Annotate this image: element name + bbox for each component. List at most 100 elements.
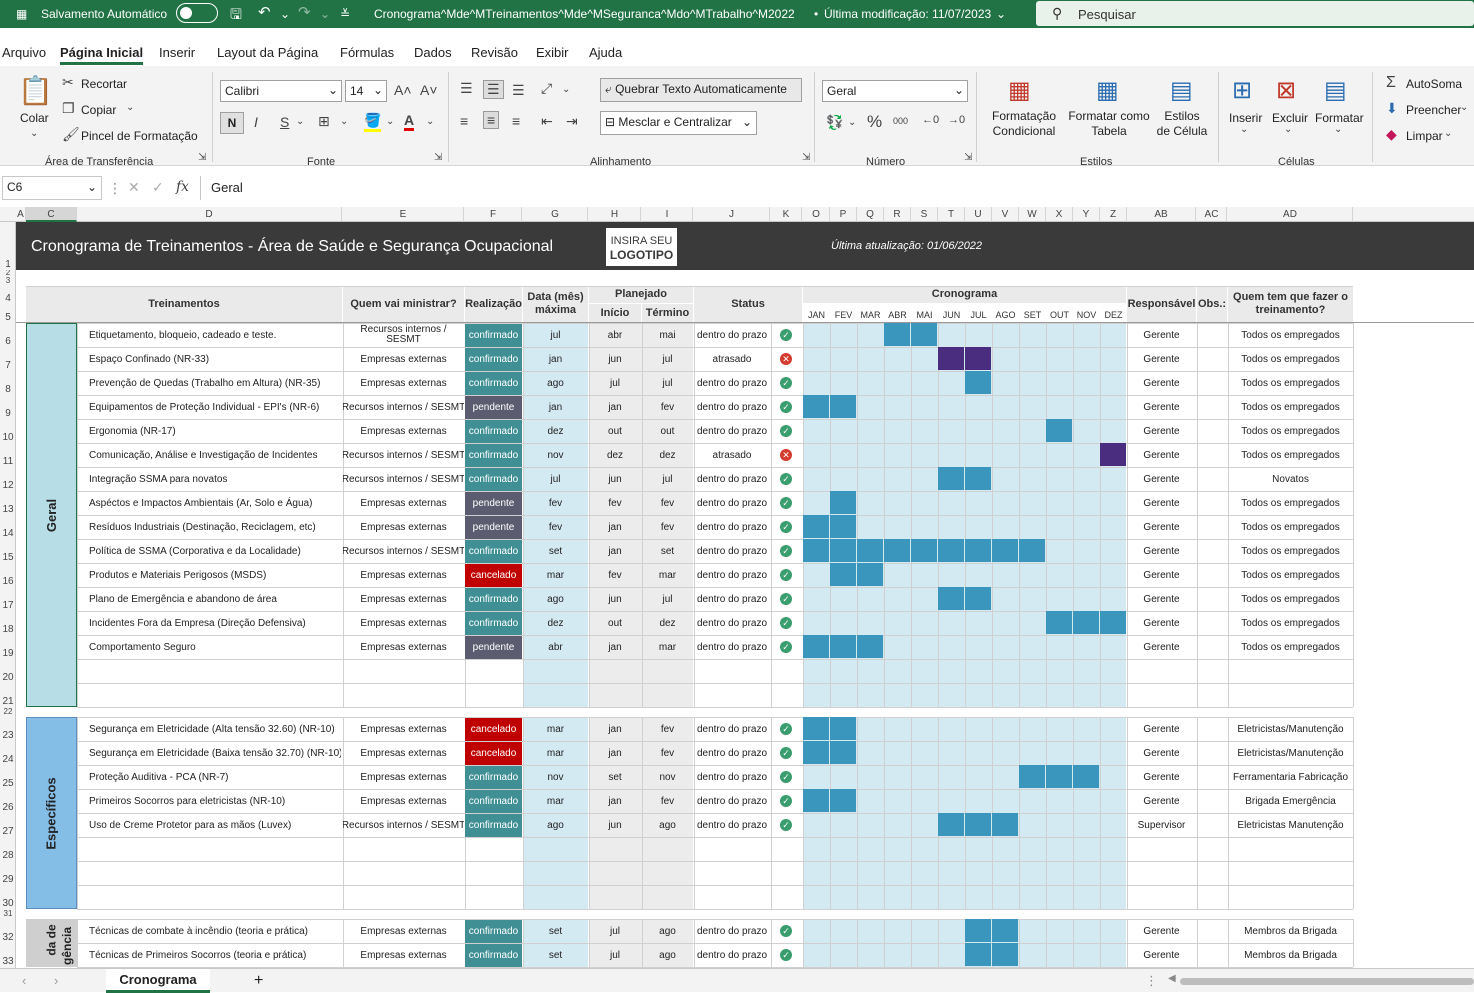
column-header[interactable]: J — [694, 207, 770, 222]
realization-badge[interactable]: confirmado — [465, 540, 522, 563]
paste-button[interactable]: Colar — [20, 111, 49, 125]
horizontal-scrollbar[interactable] — [1180, 978, 1474, 985]
italic-button[interactable]: I — [254, 114, 258, 130]
realization-badge[interactable]: pendente — [465, 516, 522, 539]
align-middle-icon[interactable]: ☰ — [483, 80, 504, 99]
number-format-select[interactable]: Geral ⌄ — [822, 80, 968, 102]
paste-dropdown-icon[interactable]: ⌄ — [30, 128, 38, 139]
wrap-text-button[interactable]: ⤶ Quebrar Texto Automaticamente — [600, 78, 802, 102]
realization-badge[interactable]: cancelado — [465, 718, 522, 741]
sheet-tab-cronograma[interactable]: Cronograma — [106, 969, 210, 993]
realization-badge[interactable]: confirmado — [465, 372, 522, 395]
row-header[interactable]: 7 — [0, 347, 16, 371]
orientation-icon[interactable]: ⤢ — [541, 80, 552, 97]
menu-dados[interactable]: Dados — [414, 45, 452, 60]
row-header[interactable]: 24 — [0, 741, 16, 765]
row-header[interactable]: 23 — [0, 717, 16, 741]
logo-placeholder[interactable]: INSIRA SEU LOGOTIPO — [604, 226, 679, 268]
row-header[interactable]: 26 — [0, 789, 16, 813]
row-header[interactable]: 6 — [0, 323, 16, 347]
row-header[interactable]: 30 — [0, 885, 16, 909]
conditional-format-icon[interactable]: ▦ — [1008, 76, 1031, 105]
column-header[interactable]: Z — [1100, 207, 1127, 222]
decrease-decimal-icon[interactable]: →0 — [948, 114, 965, 126]
realization-badge[interactable]: confirmado — [465, 612, 522, 635]
realization-badge[interactable]: cancelado — [465, 742, 522, 765]
column-header[interactable]: A — [16, 207, 26, 222]
row-header[interactable]: 8 — [0, 371, 16, 395]
realization-badge[interactable]: pendente — [465, 636, 522, 659]
row-header[interactable]: 33 — [0, 943, 16, 967]
row-header[interactable]: 27 — [0, 813, 16, 837]
paste-icon[interactable]: 📋 — [18, 74, 53, 107]
menu-pagina-inicial[interactable]: Página Inicial — [60, 45, 144, 65]
borders-dropdown-icon[interactable]: ⌄ — [340, 116, 348, 127]
merge-center-button[interactable]: ⊟ Mesclar e Centralizar ⌄ — [600, 111, 757, 135]
enter-icon[interactable]: ✓ — [152, 179, 164, 196]
column-header[interactable]: H — [589, 207, 641, 222]
delete-cells-icon[interactable]: ⊠ — [1276, 76, 1296, 105]
fill-color-icon[interactable]: 🪣 — [364, 112, 382, 132]
font-color-icon[interactable]: A — [404, 112, 415, 131]
search-box[interactable]: ⚲ Pesquisar — [1036, 1, 1474, 26]
realization-badge[interactable]: confirmado — [465, 790, 522, 813]
column-header[interactable]: V — [992, 207, 1019, 222]
row-header[interactable]: 10 — [0, 419, 16, 443]
row-header[interactable]: 12 — [0, 467, 16, 491]
realization-badge[interactable]: pendente — [465, 396, 522, 419]
number-launcher-icon[interactable]: ⇲ — [964, 152, 972, 163]
column-header[interactable]: G — [523, 207, 588, 222]
row-header[interactable]: 19 — [0, 635, 16, 659]
copy-dropdown-icon[interactable]: ⌄ — [126, 102, 134, 113]
row-header[interactable]: 4 — [0, 286, 16, 304]
format-painter-button[interactable]: Pincel de Formatação — [81, 129, 198, 143]
realization-badge[interactable]: confirmado — [465, 814, 522, 837]
add-sheet-button[interactable]: + — [254, 972, 263, 990]
column-header[interactable]: U — [965, 207, 992, 222]
row-header[interactable]: 13 — [0, 491, 16, 515]
borders-icon[interactable]: ⊞ — [318, 113, 330, 130]
realization-badge[interactable]: confirmado — [465, 944, 522, 967]
increase-decimal-icon[interactable]: ←0 — [922, 114, 939, 126]
realization-badge[interactable]: confirmado — [465, 468, 522, 491]
font-size-select[interactable]: 14 ⌄ — [345, 80, 387, 102]
copy-button[interactable]: Copiar — [81, 103, 116, 117]
percent-button[interactable]: % — [867, 112, 882, 132]
autosum-button[interactable]: AutoSoma — [1406, 77, 1462, 91]
conditional-format-button[interactable]: Formatação Condicional — [986, 109, 1062, 139]
column-header[interactable]: P — [830, 207, 857, 222]
format-table-button[interactable]: Formatar como Tabela — [1066, 109, 1152, 139]
clear-dropdown-icon[interactable]: ⌄ — [1444, 128, 1452, 139]
column-header[interactable]: F — [465, 207, 522, 222]
undo-dropdown-icon[interactable]: ⌄ — [280, 7, 290, 21]
fill-icon[interactable]: ⬇ — [1386, 100, 1398, 117]
realization-badge[interactable]: confirmado — [465, 420, 522, 443]
row-header[interactable]: 1 — [0, 222, 16, 270]
format-painter-icon[interactable]: 🖌 — [62, 126, 80, 143]
row-header[interactable]: 25 — [0, 765, 16, 789]
column-header[interactable]: R — [884, 207, 911, 222]
undo-icon[interactable]: ↶ — [258, 3, 271, 21]
insert-cells-button[interactable]: Inserir — [1229, 111, 1262, 125]
menu-layout[interactable]: Layout da Página — [217, 45, 318, 60]
row-header[interactable]: 17 — [0, 587, 16, 611]
format-cells-button[interactable]: Formatar — [1315, 111, 1364, 125]
column-header[interactable]: K — [771, 207, 802, 222]
clear-icon[interactable]: ◆ — [1386, 126, 1397, 143]
prev-sheet-icon[interactable]: ‹ — [22, 973, 26, 988]
formula-input[interactable]: Geral — [200, 176, 1474, 200]
column-header[interactable]: S — [911, 207, 938, 222]
menu-arquivo[interactable]: Arquivo — [2, 45, 46, 60]
underline-dropdown-icon[interactable]: ⌄ — [296, 116, 304, 127]
increase-font-icon[interactable]: A˄ — [394, 82, 412, 98]
orientation-dropdown-icon[interactable]: ⌄ — [562, 84, 570, 95]
realization-badge[interactable]: confirmado — [465, 588, 522, 611]
bold-button[interactable]: N — [220, 112, 244, 134]
autosum-icon[interactable]: Σ — [1386, 74, 1396, 92]
row-header[interactable]: 31 — [0, 909, 16, 919]
customize-toolbar-icon[interactable]: ≚ — [340, 7, 350, 21]
last-modified[interactable]: Última modificação: 11/07/2023 — [824, 7, 991, 21]
align-center-icon[interactable]: ≡ — [483, 111, 500, 129]
row-header[interactable]: 16 — [0, 563, 16, 587]
fill-button[interactable]: Preencher — [1406, 103, 1461, 117]
